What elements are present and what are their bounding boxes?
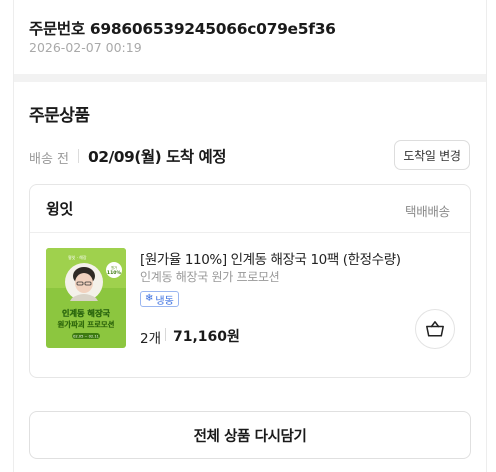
product-thumbnail[interactable]: 윙잇 · 해장 원가 110% 인계동 해장국 원가파괴 프로모션 02.05 … [46, 248, 126, 348]
add-to-cart-button[interactable] [415, 309, 455, 349]
product-quantity: 2개 [140, 331, 162, 347]
quantity-divider [165, 328, 166, 341]
frozen-tag-label: 냉동 [155, 295, 174, 307]
section-title: 주문상품 [29, 106, 90, 126]
frozen-tag: ❄ 냉동 [140, 291, 179, 307]
product-option: 인계동 해장국 원가 프로모션 [140, 270, 280, 284]
svg-text:02.05 ~ 02.11: 02.05 ~ 02.11 [73, 335, 99, 339]
svg-text:인계동 해장국: 인계동 해장국 [62, 308, 111, 318]
shipping-divider [78, 149, 79, 163]
shipping-status: 배송 전 [29, 152, 70, 167]
shipping-eta: 02/09(월) 도착 예정 [88, 148, 227, 166]
svg-text:원가: 원가 [111, 265, 117, 270]
svg-text:원가파괴 프로모션: 원가파괴 프로모션 [58, 320, 115, 329]
card-divider [30, 232, 470, 233]
svg-text:윙잇 · 해장: 윙잇 · 해장 [68, 254, 87, 260]
snowflake-icon: ❄ [145, 293, 154, 304]
shipping-method: 택배배송 [405, 204, 450, 219]
change-arrival-date-button[interactable]: 도착일 변경 [394, 140, 470, 170]
content-edge-left [13, 0, 14, 472]
svg-text:110%: 110% [107, 270, 122, 276]
product-name[interactable]: [원가율 110%] 인계동 해장국 10팩 (한정수량) [140, 248, 401, 268]
product-price: 71,160원 [173, 329, 240, 345]
order-number: 주문번호 698606539245066c079e5f36 [29, 20, 336, 38]
content-edge-right [486, 0, 487, 472]
seller-name: 윙잇 [46, 200, 74, 218]
order-datetime: 2026-02-07 00:19 [29, 40, 142, 55]
basket-icon [426, 321, 444, 337]
reorder-all-button[interactable]: 전체 상품 다시담기 [29, 411, 471, 459]
section-divider [14, 74, 486, 82]
